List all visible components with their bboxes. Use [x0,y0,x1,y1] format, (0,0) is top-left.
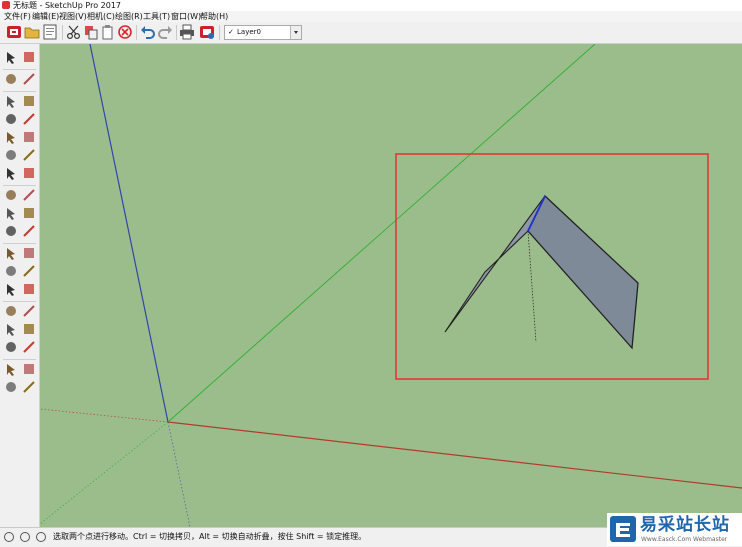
menu-draw[interactable]: 绘图(R) [114,11,144,22]
sketchup-app-icon [2,1,10,9]
toolbar-separator [219,25,220,40]
zoom-window-icon[interactable] [22,322,36,336]
walk-icon[interactable] [4,380,18,394]
offset-icon[interactable] [22,224,36,238]
position-camera-icon[interactable] [4,362,18,376]
tape-measure-icon[interactable] [4,246,18,260]
orbit-icon[interactable] [4,304,18,318]
rectangle-icon[interactable] [4,112,18,126]
pan-icon[interactable] [22,304,36,318]
tool-group-separator [3,185,36,186]
watermark-text: 易采站长站 [640,515,730,535]
freehand-icon[interactable] [22,94,36,108]
save-icon[interactable] [42,24,58,40]
rotated-rectangle-icon[interactable] [22,112,36,126]
copy-icon[interactable] [83,24,99,40]
make-component-icon[interactable] [22,50,36,64]
toolbar-separator [176,25,177,40]
section-plane-icon[interactable] [22,380,36,394]
zoom-extents-icon[interactable] [4,340,18,354]
scene-canvas[interactable] [40,44,742,527]
move-icon[interactable] [4,188,18,202]
roof-right-face[interactable] [527,194,639,350]
credits-icon[interactable] [20,532,30,542]
menu-tools[interactable]: 工具(T) [142,11,171,22]
erase-delete-icon[interactable] [117,24,133,40]
scale-icon[interactable] [4,224,18,238]
watermark-logo-icon [610,516,636,542]
polygon-icon[interactable] [22,130,36,144]
text-icon[interactable] [22,264,36,278]
toolbar-separator [136,25,137,40]
main-toolbar: ✓ Layer0 [0,22,742,44]
model-info-icon[interactable] [199,24,215,40]
rotate-icon[interactable] [4,206,18,220]
look-around-icon[interactable] [22,362,36,376]
open-folder-icon[interactable] [24,24,40,40]
green-axis-negative [40,421,169,525]
inference-guide-line [527,230,537,343]
watermark-subtext: Www.Easck.Com Webmaster [641,536,728,543]
tool-group-separator [3,69,36,70]
push-pull-icon[interactable] [22,188,36,202]
layer-dropdown[interactable]: ✓ Layer0 [224,25,302,40]
print-icon[interactable] [179,24,195,40]
protractor-icon[interactable] [4,264,18,278]
menu-camera[interactable]: 相机(C) [86,11,116,22]
layer-name: Layer0 [237,28,261,36]
two-point-arc-icon[interactable] [22,148,36,162]
previous-view-icon[interactable] [22,340,36,354]
menu-help[interactable]: 帮助(H) [199,11,229,22]
sketchup-logo-icon[interactable] [6,24,22,40]
dimension-icon[interactable] [22,246,36,260]
blue-axis [89,44,169,423]
line-pencil-icon[interactable] [4,94,18,108]
paste-icon[interactable] [100,24,116,40]
title-bar: 无标题 - SketchUp Pro 2017 [0,0,742,11]
circle-icon[interactable] [4,130,18,144]
highlight-box [395,153,709,380]
arc-icon[interactable] [4,148,18,162]
undo-icon[interactable] [140,24,156,40]
menu-view[interactable]: 视图(V) [58,11,88,22]
red-axis-negative [40,408,169,423]
paint-bucket-icon[interactable] [4,72,18,86]
menu-window[interactable]: 窗口(W) [170,11,202,22]
tool-group-separator [3,301,36,302]
toolbar-separator [62,25,63,40]
tool-group-separator [3,359,36,360]
3d-text-icon[interactable] [22,282,36,296]
modeling-viewport[interactable] [40,44,742,527]
large-tool-set [0,44,40,527]
follow-me-icon[interactable] [22,206,36,220]
three-point-arc-icon[interactable] [4,166,18,180]
menu-edit[interactable]: 编辑(E) [31,11,60,22]
chevron-down-icon[interactable] [290,26,301,39]
redo-icon[interactable] [157,24,173,40]
zoom-icon[interactable] [4,322,18,336]
select-arrow-icon[interactable] [4,50,18,64]
window-title: 无标题 - SketchUp Pro 2017 [13,1,121,10]
blue-axis-negative [167,421,191,527]
help-icon[interactable] [36,532,46,542]
axes-icon[interactable] [4,282,18,296]
tool-group-separator [3,91,36,92]
tool-group-separator [3,243,36,244]
menu-file[interactable]: 文件(F) [3,11,32,22]
status-hint: 选取两个点进行移动。Ctrl = 切换拷贝，Alt = 切换自动折叠，按住 Sh… [53,532,367,541]
eraser-icon[interactable] [22,72,36,86]
red-axis [167,421,742,489]
cut-icon[interactable] [66,24,82,40]
watermark: 易采站长站 Www.Easck.Com Webmaster [607,513,742,546]
layer-active-check: ✓ [228,28,234,36]
pie-icon[interactable] [22,166,36,180]
geo-location-icon[interactable] [4,532,14,542]
